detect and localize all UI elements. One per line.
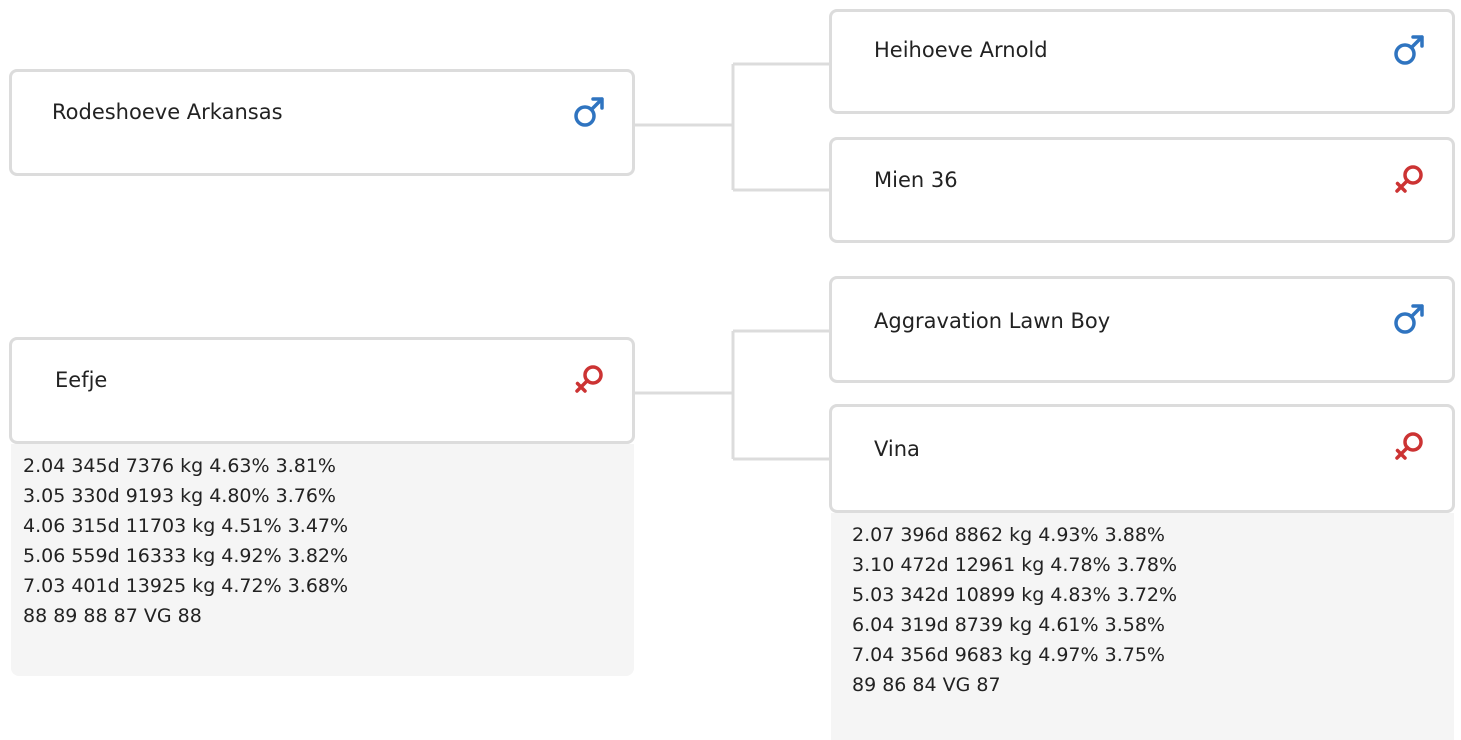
dam-stats: 2.04 345d 7376 kg 4.63% 3.81% 3.05 330d … <box>11 444 634 676</box>
stat-row: 89 86 84 VG 87 <box>852 674 1001 696</box>
dam-sire-card[interactable]: Aggravation Lawn Boy <box>829 276 1455 383</box>
female-icon <box>575 365 603 393</box>
dam-dam-card[interactable]: Vina <box>829 404 1455 513</box>
female-icon <box>1395 432 1423 460</box>
dam-sire-name: Aggravation Lawn Boy <box>874 309 1111 333</box>
stat-row: 2.07 396d 8862 kg 4.93% 3.88% <box>852 524 1165 546</box>
stat-row: 88 89 88 87 VG 88 <box>23 605 202 627</box>
stat-row: 4.06 315d 11703 kg 4.51% 3.47% <box>23 515 349 537</box>
stat-row: 7.03 401d 13925 kg 4.72% 3.68% <box>23 575 349 597</box>
connector-sire <box>634 62 831 192</box>
male-icon <box>574 97 604 127</box>
male-icon <box>1394 304 1424 334</box>
male-icon <box>1394 35 1424 65</box>
dam-dam-stats: 2.07 396d 8862 kg 4.93% 3.88% 3.10 472d … <box>831 513 1454 740</box>
dam-card[interactable]: Eefje <box>9 337 635 444</box>
stat-row: 2.04 345d 7376 kg 4.63% 3.81% <box>23 455 336 477</box>
stat-row: 5.03 342d 10899 kg 4.83% 3.72% <box>852 584 1178 606</box>
female-icon <box>1395 165 1423 193</box>
stat-row: 5.06 559d 16333 kg 4.92% 3.82% <box>23 545 349 567</box>
stat-row: 3.05 330d 9193 kg 4.80% 3.76% <box>23 485 336 507</box>
pedigree-tree: Rodeshoeve Arkansas Heihoeve Arnold Mien… <box>0 0 1461 740</box>
connector-dam <box>634 329 831 461</box>
sire-sire-card[interactable]: Heihoeve Arnold <box>829 9 1455 114</box>
stat-row: 3.10 472d 12961 kg 4.78% 3.78% <box>852 554 1178 576</box>
dam-dam-name: Vina <box>874 437 920 461</box>
sire-card[interactable]: Rodeshoeve Arkansas <box>9 69 635 176</box>
sire-dam-card[interactable]: Mien 36 <box>829 137 1455 243</box>
sire-name: Rodeshoeve Arkansas <box>52 100 283 124</box>
stat-row: 7.04 356d 9683 kg 4.97% 3.75% <box>852 644 1165 666</box>
dam-name: Eefje <box>55 368 108 392</box>
sire-dam-name: Mien 36 <box>874 168 958 192</box>
stat-row: 6.04 319d 8739 kg 4.61% 3.58% <box>852 614 1165 636</box>
sire-sire-name: Heihoeve Arnold <box>874 38 1048 62</box>
